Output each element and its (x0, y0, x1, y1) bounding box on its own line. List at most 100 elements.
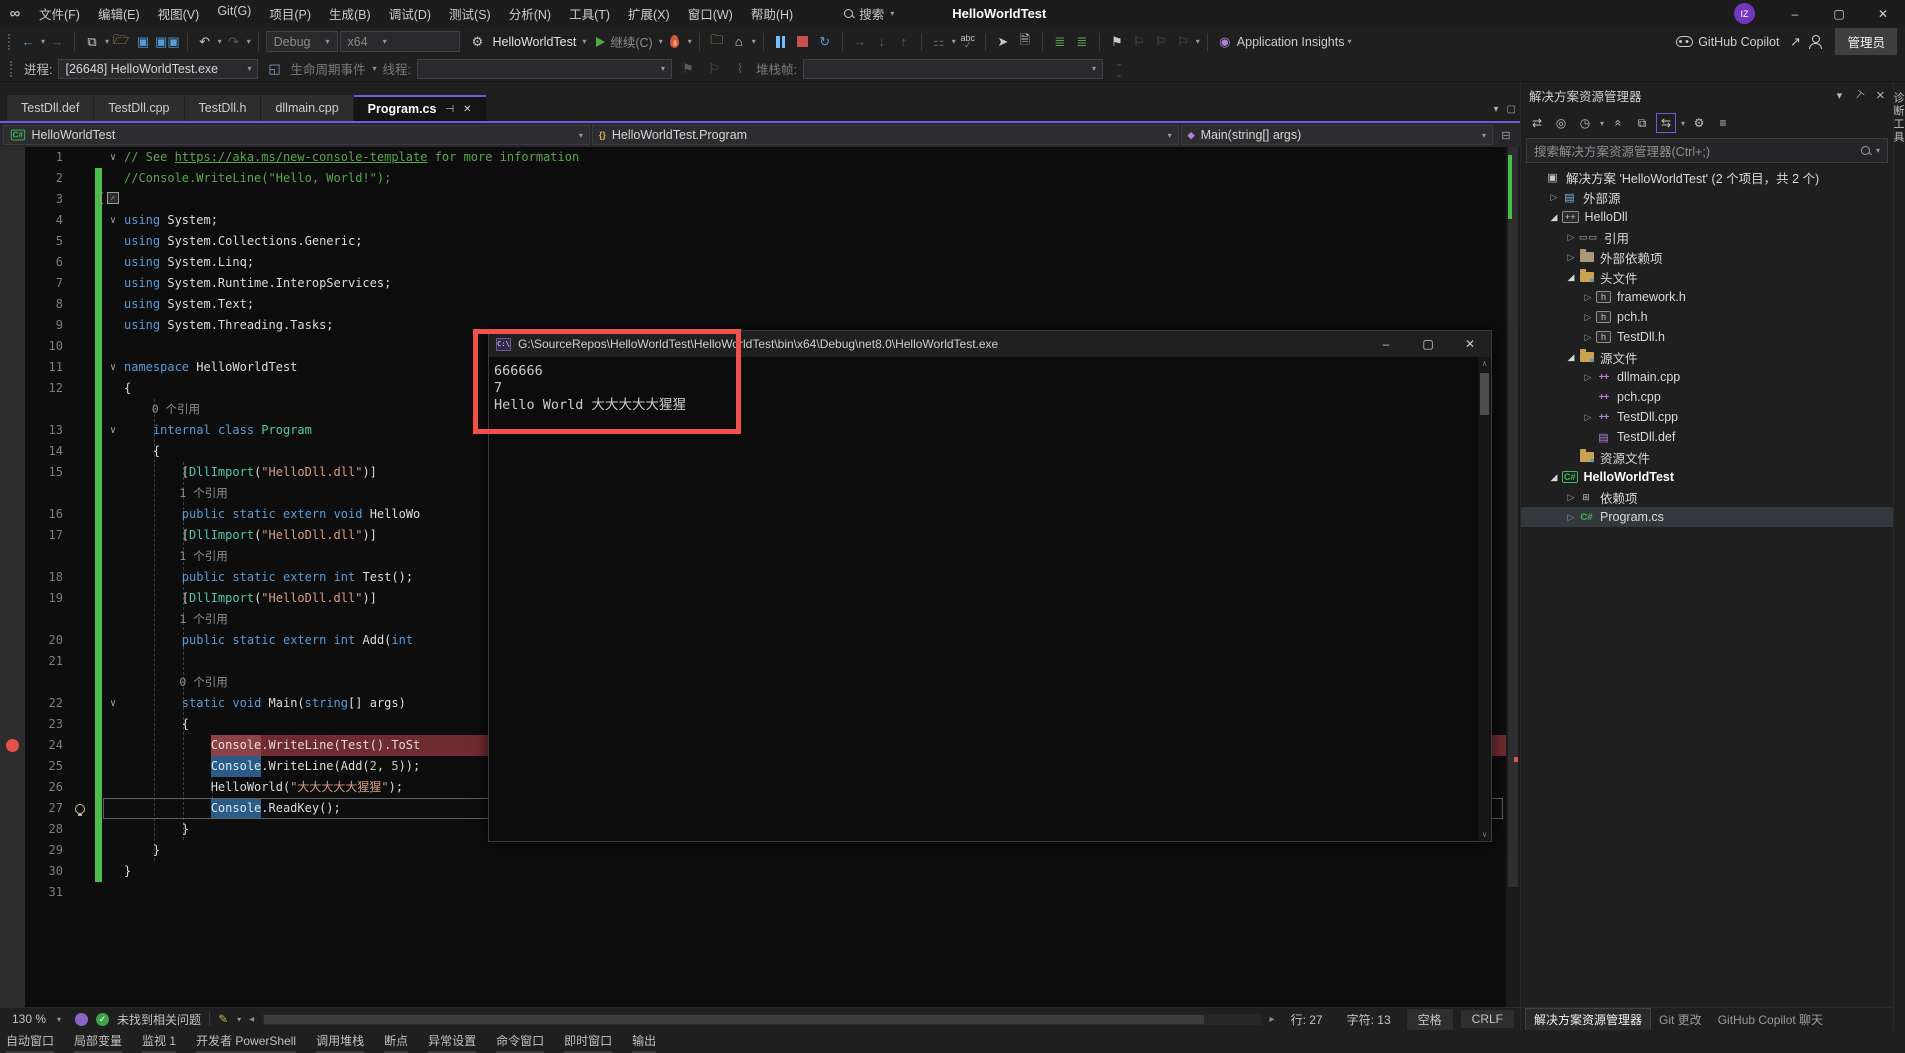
expander-icon[interactable]: ▷ (1580, 292, 1596, 303)
expander-icon[interactable]: ▷ (1563, 492, 1579, 503)
breakpoint-gutter[interactable] (0, 693, 25, 714)
menu-item[interactable]: 分析(N) (500, 4, 560, 23)
lifecycle-events-icon[interactable]: ◱ (264, 58, 284, 80)
tree-item[interactable]: ▷▭▭引用 (1521, 227, 1893, 247)
breakpoint-gutter[interactable] (0, 840, 25, 861)
recent-changes-icon[interactable]: ◷ (1575, 113, 1595, 133)
sidebar-tab-Git 更改[interactable]: Git 更改 (1651, 1009, 1710, 1030)
menu-item[interactable]: 扩展(X) (619, 4, 679, 23)
expander-icon[interactable]: ◢ (1563, 272, 1579, 283)
solution-configurations-dropdown[interactable]: Debug▾ (266, 31, 338, 52)
scroll-left-icon[interactable]: ◂ (249, 1014, 254, 1025)
breakpoint-gutter[interactable] (0, 588, 25, 609)
breakpoint-gutter[interactable] (0, 462, 25, 483)
fold-arrow-icon[interactable]: ∨ (102, 420, 124, 441)
stack-frame-dropdown[interactable]: ▾ (803, 59, 1103, 79)
thread-dropdown[interactable]: ▾ (417, 59, 672, 79)
application-insights-label[interactable]: Application Insights (1237, 35, 1345, 49)
menu-item[interactable]: 帮助(H) (742, 4, 802, 23)
toolbar-overflow-icon[interactable]: ⌄⌄ (1109, 58, 1129, 80)
search-control[interactable]: 搜索 ▾ (844, 4, 894, 23)
sidebar-tab-GitHub Copilot 聊天[interactable]: GitHub Copilot 聊天 (1710, 1009, 1831, 1030)
breakpoint-gutter[interactable] (0, 441, 25, 462)
startup-project-control[interactable]: ⚙ HelloWorldTest ▾ (468, 31, 587, 53)
codelens-references[interactable]: 0 个引用 (124, 399, 200, 420)
save-icon[interactable]: ▣ (133, 31, 153, 53)
new-project-icon[interactable]: ⧉ (82, 31, 102, 53)
code-cleanup-icon[interactable]: ✎ (218, 1012, 228, 1026)
pin-icon[interactable]: ⊣ (445, 104, 454, 115)
panel-tab-输出[interactable]: 输出 (632, 1032, 656, 1053)
properties-wrench-icon[interactable]: ⚙ (1689, 113, 1709, 133)
menu-item[interactable]: 工具(T) (560, 4, 619, 23)
menu-item[interactable]: 项目(P) (260, 4, 320, 23)
console-maximize-button[interactable]: ▢ (1407, 331, 1449, 357)
member-dropdown[interactable]: ◆ Main(string[] args) ▾ (1181, 125, 1493, 145)
breakpoint-gutter[interactable] (0, 210, 25, 231)
step-into-icon[interactable]: ↓ (872, 31, 892, 53)
breakpoint-gutter[interactable] (0, 483, 25, 504)
tree-item[interactable]: ▷++dllmain.cpp (1521, 367, 1893, 387)
breakpoint-gutter[interactable] (0, 882, 25, 903)
active-files-dropdown-icon[interactable]: ▾ (1494, 104, 1499, 115)
breakpoint-gutter[interactable] (0, 336, 25, 357)
codelens-references[interactable]: 0 个引用 (124, 672, 228, 693)
expander-icon[interactable]: ▷ (1563, 232, 1579, 243)
tab-Program.cs[interactable]: Program.cs⊣✕ (354, 95, 486, 121)
step-over-icon[interactable]: → (850, 31, 870, 53)
breakpoint-gutter[interactable] (0, 399, 25, 420)
prev-bookmark-icon[interactable]: ⚐ (1129, 31, 1149, 53)
scroll-down-icon[interactable]: ∨ (1478, 830, 1491, 839)
sync-with-active-document-icon[interactable]: ⇆ (1656, 113, 1676, 133)
panel-tab-异常设置[interactable]: 异常设置 (428, 1032, 476, 1053)
fold-arrow-icon[interactable]: ∨ (102, 693, 124, 714)
copy-view-icon[interactable]: ⧉ (1632, 113, 1652, 133)
step-out-icon[interactable]: ↑ (894, 31, 914, 53)
open-file-icon[interactable]: 🗁 (111, 31, 131, 53)
console-close-button[interactable]: ✕ (1449, 331, 1491, 357)
toggle-bookmark-icon[interactable]: ⚑ (1107, 31, 1127, 53)
console-minimize-button[interactable]: – (1365, 331, 1407, 357)
view-code-icon[interactable]: ≡ (1713, 113, 1733, 133)
avatar[interactable]: IZ (1734, 3, 1755, 24)
panel-tab-命令窗口[interactable]: 命令窗口 (496, 1032, 544, 1053)
stop-icon[interactable] (793, 31, 813, 53)
codelens-references[interactable]: 1 个引用 (124, 483, 228, 504)
tree-item[interactable]: ▷++TestDll.cpp (1521, 407, 1893, 427)
scroll-right-icon[interactable]: ▸ (1270, 1014, 1275, 1025)
menu-item[interactable]: 生成(B) (320, 4, 380, 23)
menu-item[interactable]: 视图(V) (149, 4, 209, 23)
process-dropdown[interactable]: [26648] HelloWorldTest.exe▾ (58, 59, 258, 79)
tree-item[interactable]: ▣解决方案 'HelloWorldTest' (2 个项目，共 2 个) (1521, 167, 1893, 187)
breakpoint-gutter[interactable] (0, 378, 25, 399)
share-icon[interactable]: ↗ (1785, 31, 1805, 53)
panel-tab-局部变量[interactable]: 局部变量 (74, 1032, 122, 1053)
float-window-icon[interactable]: ▢ (1507, 104, 1516, 115)
lightbulb-icon[interactable] (75, 804, 85, 814)
tree-item[interactable]: ▷hframework.h (1521, 287, 1893, 307)
editor-scrollbar[interactable] (1506, 147, 1520, 1007)
breakpoint-gutter[interactable] (0, 861, 25, 882)
tree-item[interactable]: ◢头文件 (1521, 267, 1893, 287)
tree-item[interactable]: ▤TestDll.def (1521, 427, 1893, 447)
toolbar-grip[interactable] (10, 61, 14, 77)
breakpoint-gutter[interactable] (0, 777, 25, 798)
tab-TestDll.h[interactable]: TestDll.h (185, 95, 261, 121)
tree-item[interactable]: ◢++HelloDll (1521, 207, 1893, 227)
tree-item[interactable]: ◢C#HelloWorldTest (1521, 467, 1893, 487)
minimize-button[interactable]: – (1773, 0, 1817, 27)
breakpoint-gutter[interactable] (0, 672, 25, 693)
tree-item[interactable]: ++pch.cpp (1521, 387, 1893, 407)
navigate-back-icon[interactable]: ← (18, 31, 38, 53)
zoom-dropdown[interactable]: 130 %▾ (6, 1012, 67, 1026)
feedback-person-icon[interactable] (1805, 31, 1825, 53)
tree-item[interactable]: ▷▤外部源 (1521, 187, 1893, 207)
close-icon[interactable]: ✕ (463, 104, 471, 115)
sidebar-tab-解决方案资源管理器[interactable]: 解决方案资源管理器 (1525, 1008, 1651, 1030)
pin-icon[interactable]: ⊤ (1851, 87, 1867, 103)
breakpoint-gutter[interactable] (0, 168, 25, 189)
panel-tab-自动窗口[interactable]: 自动窗口 (6, 1032, 54, 1053)
switch-views-icon[interactable]: ⇄ (1527, 113, 1547, 133)
navigate-forward-icon[interactable]: → (47, 31, 67, 53)
document-outline-icon[interactable]: 🗎 (1015, 31, 1035, 53)
